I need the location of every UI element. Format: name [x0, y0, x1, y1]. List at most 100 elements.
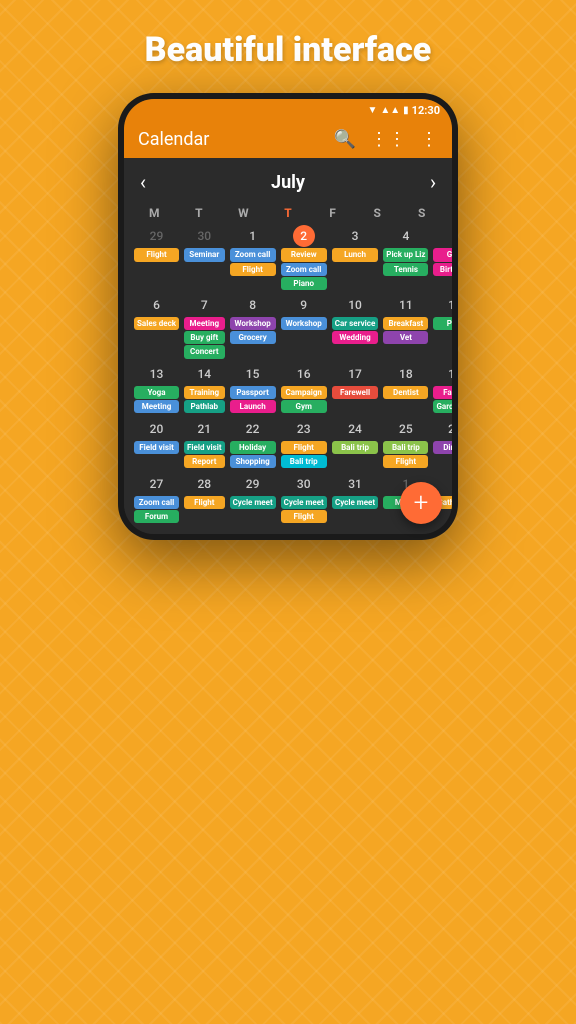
day-cell[interactable]: 9Workshop [279, 293, 329, 361]
day-cell[interactable]: 14TrainingPathlab [182, 362, 227, 416]
event-tag[interactable]: Report [184, 455, 225, 468]
event-tag[interactable]: Park [433, 317, 452, 330]
day-cell[interactable]: 13YogaMeeting [132, 362, 181, 416]
event-tag[interactable]: Cycle meet [281, 496, 327, 509]
event-tag[interactable]: Zoom call [281, 263, 327, 276]
event-tag[interactable]: Dinner [433, 441, 452, 454]
event-tag[interactable]: Farewell [332, 386, 379, 399]
event-tag[interactable]: Field visit [184, 441, 225, 454]
event-tag[interactable]: Zoom call [230, 248, 276, 261]
day-cell[interactable]: 28Flight [182, 472, 227, 526]
day-cell[interactable]: 17Farewell [330, 362, 381, 416]
day-cell[interactable]: 3Lunch [330, 224, 381, 292]
event-tag[interactable]: Flight [281, 441, 327, 454]
day-cell[interactable]: 25Bali tripFlight [381, 417, 430, 471]
day-cell[interactable]: 18Dentist [381, 362, 430, 416]
next-month-button[interactable]: › [430, 170, 436, 194]
day-cell[interactable]: 24Bali trip [330, 417, 381, 471]
day-cell[interactable]: 6Sales deck [132, 293, 181, 361]
event-tag[interactable]: Sales deck [134, 317, 179, 330]
event-tag[interactable]: Concert [184, 345, 225, 358]
event-tag[interactable]: Flight [281, 510, 327, 523]
signal-icon: ▲▲ [380, 105, 400, 116]
day-header-thu: T [266, 204, 311, 222]
day-cell[interactable]: 19FamilyGardening [431, 362, 452, 416]
day-cell[interactable]: 11BreakfastVet [381, 293, 430, 361]
day-cell[interactable]: 20Field visit [132, 417, 181, 471]
event-tag[interactable]: Launch [230, 400, 276, 413]
day-cell[interactable]: 23FlightBali trip [279, 417, 329, 471]
day-cell[interactable]: 29Flight [132, 224, 181, 292]
add-event-button[interactable]: + [400, 482, 442, 524]
day-cell[interactable]: 30Seminar [182, 224, 227, 292]
event-tag[interactable]: Piano [281, 277, 327, 290]
day-cell[interactable]: 10Car serviceWedding [330, 293, 381, 361]
day-number: 19 [444, 363, 452, 385]
day-cell[interactable]: 26Dinner [431, 417, 452, 471]
event-tag[interactable]: Bali trip [332, 441, 379, 454]
event-tag[interactable]: Tennis [383, 263, 428, 276]
day-cell[interactable]: 30Cycle meetFlight [279, 472, 329, 526]
event-tag[interactable]: Passport [230, 386, 276, 399]
day-number: 12 [444, 294, 452, 316]
event-tag[interactable]: Flight [383, 455, 428, 468]
event-tag[interactable]: Grocery [230, 331, 276, 344]
event-tag[interactable]: Pick up Liz [383, 248, 428, 261]
event-tag[interactable]: Flight [134, 248, 179, 261]
event-tag[interactable]: Bali trip [281, 455, 327, 468]
event-tag[interactable]: Wedding [332, 331, 379, 344]
event-tag[interactable]: Gym [281, 400, 327, 413]
event-tag[interactable]: Dentist [383, 386, 428, 399]
phone-frame: ▼ ▲▲ ▮ 12:30 Calendar 🔍 ⋮⋮ ⋮ ‹ July › [118, 93, 458, 539]
event-tag[interactable]: Flight [184, 496, 225, 509]
day-number: 16 [293, 363, 315, 385]
event-tag[interactable]: Review [281, 248, 327, 261]
day-cell[interactable]: 29Cycle meet [228, 472, 278, 526]
event-tag[interactable]: Meeting [184, 317, 225, 330]
event-tag[interactable]: Workshop [230, 317, 276, 330]
event-tag[interactable]: Shopping [230, 455, 276, 468]
day-cell[interactable]: 16CampaignGym [279, 362, 329, 416]
event-tag[interactable]: Forum [134, 510, 179, 523]
event-tag[interactable]: Zoom call [134, 496, 179, 509]
day-cell[interactable]: 5GymBirthday [431, 224, 452, 292]
day-cell[interactable]: 31Cycle meet [330, 472, 381, 526]
day-cell[interactable]: 2ReviewZoom callPiano [279, 224, 329, 292]
day-cell[interactable]: 27Zoom callForum [132, 472, 181, 526]
day-cell[interactable]: 7MeetingBuy giftConcert [182, 293, 227, 361]
event-tag[interactable]: Gardening [433, 400, 452, 413]
event-tag[interactable]: Buy gift [184, 331, 225, 344]
day-cell[interactable]: 1Zoom callFlight [228, 224, 278, 292]
event-tag[interactable]: Meeting [134, 400, 179, 413]
event-tag[interactable]: Breakfast [383, 317, 428, 330]
event-tag[interactable]: Yoga [134, 386, 179, 399]
day-cell[interactable]: 21Field visitReport [182, 417, 227, 471]
event-tag[interactable]: Car service [332, 317, 379, 330]
more-icon[interactable]: ⋮ [420, 129, 438, 150]
event-tag[interactable]: Cycle meet [230, 496, 276, 509]
event-tag[interactable]: Lunch [332, 248, 379, 261]
event-tag[interactable]: Cycle meet [332, 496, 379, 509]
event-tag[interactable]: Field visit [134, 441, 179, 454]
search-icon[interactable]: 🔍 [334, 129, 356, 150]
prev-month-button[interactable]: ‹ [140, 170, 146, 194]
day-cell[interactable]: 8WorkshopGrocery [228, 293, 278, 361]
event-tag[interactable]: Pathlab [184, 400, 225, 413]
event-tag[interactable]: Birthday [433, 263, 452, 276]
day-headers: M T W T F S S [132, 204, 444, 222]
day-cell[interactable]: 12Park [431, 293, 452, 361]
event-tag[interactable]: Holiday [230, 441, 276, 454]
event-tag[interactable]: Seminar [184, 248, 225, 261]
grid-icon[interactable]: ⋮⋮ [370, 129, 406, 150]
event-tag[interactable]: Training [184, 386, 225, 399]
event-tag[interactable]: Flight [230, 263, 276, 276]
event-tag[interactable]: Workshop [281, 317, 327, 330]
day-cell[interactable]: 4Pick up LizTennis [381, 224, 430, 292]
event-tag[interactable]: Vet [383, 331, 428, 344]
event-tag[interactable]: Gym [433, 248, 452, 261]
day-cell[interactable]: 22HolidayShopping [228, 417, 278, 471]
event-tag[interactable]: Campaign [281, 386, 327, 399]
day-cell[interactable]: 15PassportLaunch [228, 362, 278, 416]
event-tag[interactable]: Family [433, 386, 452, 399]
event-tag[interactable]: Bali trip [383, 441, 428, 454]
